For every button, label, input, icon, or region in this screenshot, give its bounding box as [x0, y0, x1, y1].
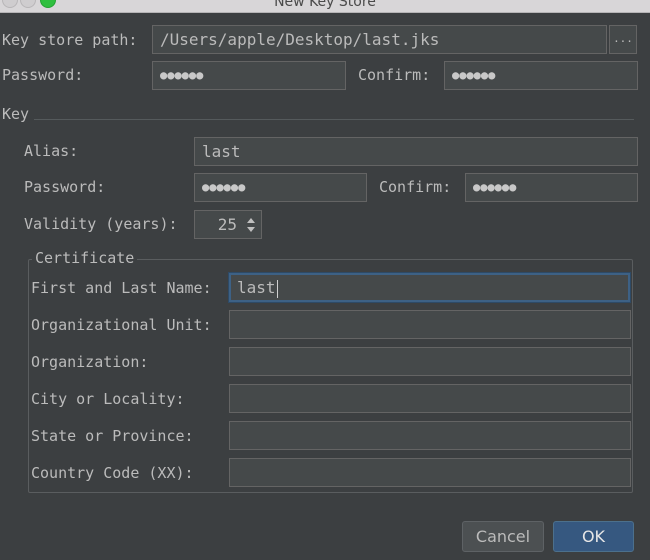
state-province-input[interactable] — [229, 421, 631, 450]
browse-button[interactable]: ... — [609, 25, 637, 54]
key-password-label: Password: — [24, 178, 106, 196]
city-locality-input[interactable] — [229, 384, 631, 413]
keystore-password-field[interactable]: ●●●●●● — [152, 61, 346, 90]
title-bar: New Key Store — [0, 0, 650, 13]
validity-label: Validity (years): — [24, 215, 178, 233]
ok-button[interactable]: OK — [553, 521, 634, 552]
organizational-unit-label: Organizational Unit: — [31, 316, 212, 334]
country-code-input[interactable] — [229, 458, 631, 487]
cancel-button[interactable]: Cancel — [462, 521, 544, 552]
key-section-divider — [34, 119, 634, 120]
state-province-label: State or Province: — [31, 427, 194, 445]
city-locality-label: City or Locality: — [31, 390, 185, 408]
alias-input[interactable]: last — [194, 137, 638, 166]
validity-spinner-input[interactable]: 25 — [194, 210, 243, 239]
certificate-title: Certificate — [32, 248, 138, 268]
key-store-path-input[interactable]: /Users/apple/Desktop/last.jks — [152, 25, 607, 54]
keystore-confirm-field[interactable]: ●●●●●● — [444, 61, 638, 90]
increment-arrow-icon[interactable] — [247, 218, 255, 223]
country-code-label: Country Code (XX): — [31, 464, 194, 482]
text-caret — [276, 279, 278, 298]
key-store-path-label: Key store path: — [2, 31, 138, 49]
key-confirm-label: Confirm: — [379, 178, 452, 196]
window-title: New Key Store — [274, 0, 376, 10]
key-section-label: Key — [2, 105, 30, 123]
key-password-field[interactable]: ●●●●●● — [194, 173, 367, 202]
organizational-unit-input[interactable] — [229, 310, 631, 339]
alias-label: Alias: — [24, 142, 79, 160]
keystore-password-label: Password: — [2, 66, 84, 84]
validity-spinner-arrows[interactable] — [242, 210, 262, 239]
key-confirm-field[interactable]: ●●●●●● — [465, 173, 638, 202]
decrement-arrow-icon[interactable] — [247, 227, 255, 232]
organization-label: Organization: — [31, 353, 149, 371]
first-last-name-input[interactable]: last — [229, 273, 630, 302]
organization-input[interactable] — [229, 347, 631, 376]
first-last-name-value: last — [237, 278, 276, 297]
first-last-name-label: First and Last Name: — [31, 279, 212, 297]
keystore-confirm-label: Confirm: — [358, 66, 431, 84]
